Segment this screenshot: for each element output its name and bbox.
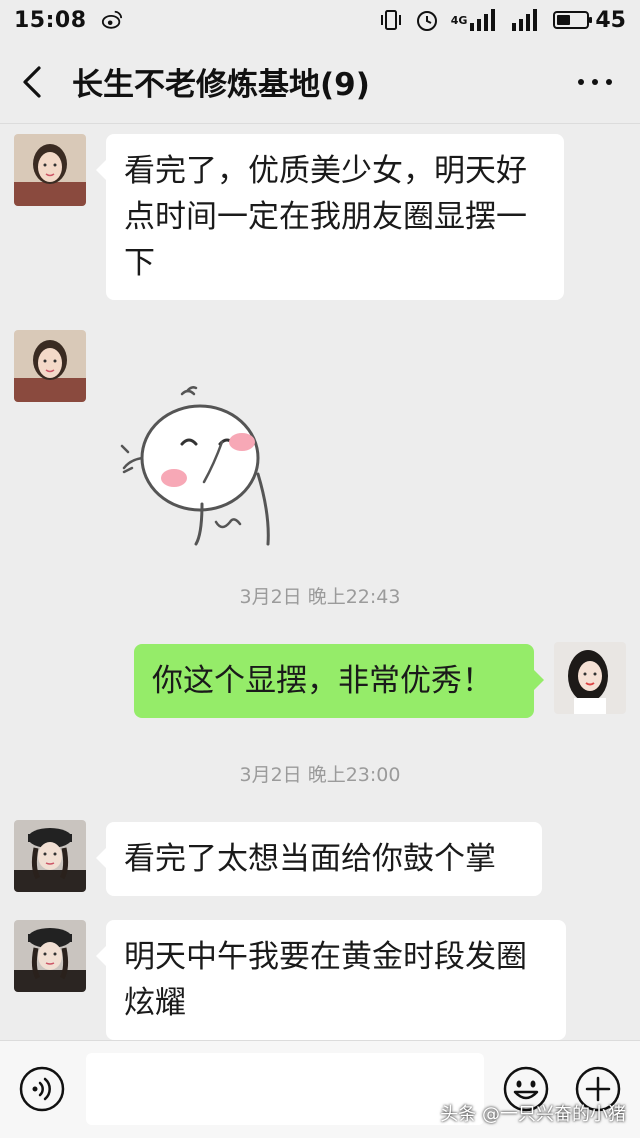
battery-percent: 45 [595, 7, 626, 33]
more-dot [592, 78, 598, 85]
network-type: 4G [451, 9, 500, 31]
message-text: 你这个显摆，非常优秀！ [152, 663, 493, 699]
battery-fill [557, 15, 571, 25]
avatar-woman-2 [14, 920, 86, 992]
message-bubble-self[interactable]: 你这个显摆，非常优秀！ [134, 644, 544, 718]
status-icons: 4G 45 [379, 8, 626, 33]
avatar[interactable] [14, 920, 86, 992]
message-text: 看完了，优质美少女，明天好点时间一定在我朋友圈显摆一下 [124, 153, 527, 281]
message-text: 看完了太想当面给你鼓个掌 [124, 841, 496, 877]
message-bubble[interactable]: 明天中午我要在黄金时段发圈炫耀 [96, 920, 566, 1040]
voice-icon[interactable] [18, 1065, 66, 1113]
avatar-self[interactable] [554, 642, 626, 714]
alarm-icon [416, 11, 437, 31]
input-bar: 头条 @一只兴奋的小猪 [0, 1040, 640, 1138]
avatar-woman-1 [14, 330, 86, 402]
avatar-woman-2 [14, 820, 86, 892]
avatar[interactable] [14, 330, 86, 402]
chat-header: 长生不老修炼基地(9) [0, 40, 640, 124]
watermark: 头条 @一只兴奋的小猪 [440, 1104, 626, 1125]
signal-icon-2 [512, 9, 538, 31]
back-button[interactable] [0, 40, 64, 124]
chat-title: 长生不老修炼基地(9) [72, 67, 370, 103]
more-dots-icon [578, 78, 584, 85]
signal-icon [470, 9, 496, 31]
avatar-woman-1 [14, 134, 86, 206]
message-timestamp: 3月2日 晚上23:00 [239, 764, 401, 786]
message-list[interactable]: 看完了，优质美少女，明天好点时间一定在我朋友圈显摆一下 3月2日 晚上22:43… [0, 124, 640, 1040]
status-bar: 15:08 4G 45 [0, 0, 640, 40]
weibo-icon [101, 10, 122, 29]
network-label: 4G [450, 13, 468, 27]
message-timestamp: 3月2日 晚上22:43 [239, 586, 401, 608]
message-text: 明天中午我要在黄金时段发圈炫耀 [124, 939, 527, 1021]
message-input[interactable] [86, 1053, 484, 1125]
avatar[interactable] [14, 134, 86, 206]
message-bubble[interactable]: 看完了太想当面给你鼓个掌 [96, 822, 542, 896]
vibrate-icon [380, 10, 401, 30]
more-dot [606, 78, 612, 85]
battery: 45 [553, 8, 626, 33]
shy-blushing-face-sticker[interactable] [112, 384, 282, 546]
battery-icon [553, 11, 593, 29]
status-time: 15:08 [14, 7, 87, 33]
chevron-left-icon [23, 65, 41, 98]
more-button[interactable] [578, 78, 612, 85]
avatar[interactable] [14, 820, 86, 892]
avatar-self [554, 642, 626, 714]
message-bubble[interactable]: 看完了，优质美少女，明天好点时间一定在我朋友圈显摆一下 [96, 134, 564, 300]
